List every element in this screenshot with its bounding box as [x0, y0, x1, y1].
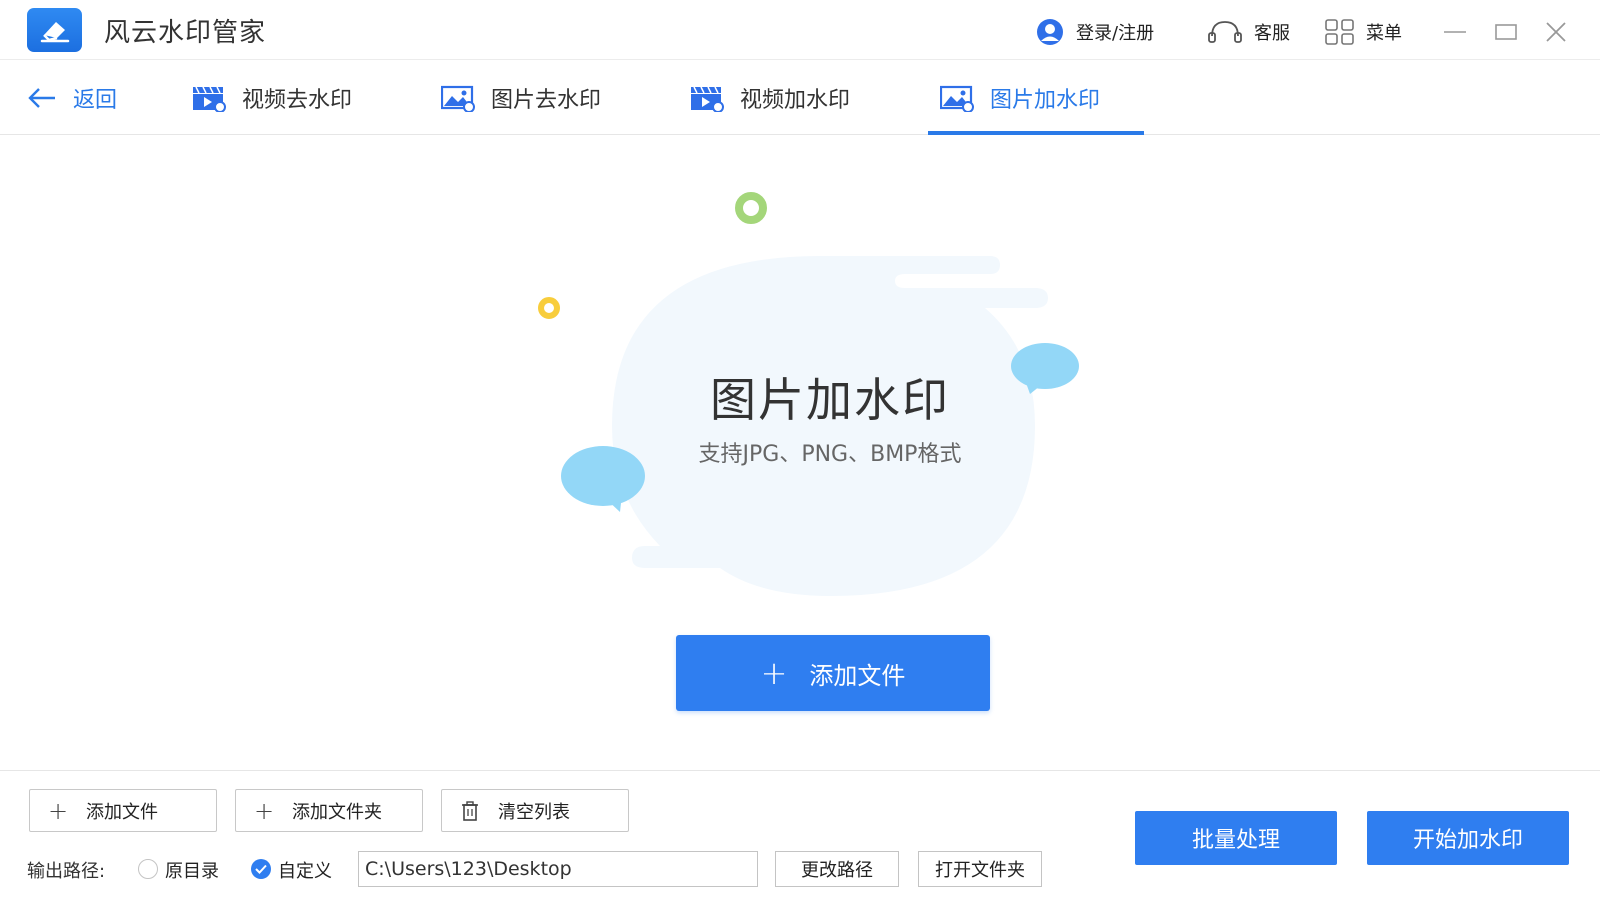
- eraser-icon: [27, 8, 82, 52]
- close-icon: [1546, 22, 1566, 42]
- customer-service-button[interactable]: 客服: [1206, 18, 1290, 46]
- tab-label: 图片去水印: [491, 87, 602, 113]
- add-file-main-label: 添加文件: [809, 661, 906, 690]
- active-tab-indicator: [928, 131, 1144, 135]
- login-button[interactable]: 登录/注册: [1034, 18, 1154, 46]
- tab-label: 图片加水印: [990, 87, 1101, 113]
- customer-service-label: 客服: [1254, 23, 1290, 44]
- tab-video-add-watermark[interactable]: 视频加水印: [690, 60, 850, 135]
- plus-icon: +: [47, 796, 69, 825]
- arrow-left-icon: [28, 87, 55, 108]
- add-folder-label: 添加文件夹: [292, 801, 382, 823]
- back-label: 返回: [73, 87, 118, 113]
- close-button[interactable]: [1542, 18, 1570, 46]
- add-folder-button[interactable]: + 添加文件夹: [235, 789, 423, 832]
- clear-list-button[interactable]: 清空列表: [441, 789, 629, 832]
- tab-image-remove-watermark[interactable]: 图片去水印: [441, 60, 601, 135]
- headset-icon: [1208, 21, 1242, 43]
- maximize-icon: [1495, 24, 1517, 40]
- maximize-button[interactable]: [1492, 18, 1520, 46]
- check-icon: [255, 864, 267, 874]
- menu-label: 菜单: [1366, 23, 1402, 44]
- plus-icon: +: [253, 796, 275, 825]
- back-button[interactable]: 返回: [27, 60, 117, 135]
- supported-formats-text: 支持JPG、PNG、BMP格式: [698, 442, 962, 467]
- minimize-button[interactable]: [1441, 18, 1469, 46]
- user-avatar-icon: [1037, 19, 1063, 45]
- minimize-icon: [1444, 31, 1466, 33]
- radio-custom-directory[interactable]: [251, 859, 271, 879]
- bottom-toolbar: + 添加文件 + 添加文件夹 清空列表 输出路径: 原目录 自定义 更改路径 打…: [0, 770, 1600, 900]
- radio-original-label[interactable]: 原目录: [165, 857, 219, 883]
- app-title: 风云水印管家: [104, 18, 267, 48]
- tab-label: 视频去水印: [242, 87, 353, 113]
- batch-process-button[interactable]: 批量处理: [1135, 811, 1337, 865]
- title-bar: 风云水印管家 登录/注册 客服 菜单: [0, 0, 1600, 60]
- tab-image-add-watermark[interactable]: 图片加水印: [940, 60, 1100, 135]
- image-icon: [441, 85, 475, 112]
- trash-icon: [442, 800, 498, 822]
- change-path-button[interactable]: 更改路径: [775, 851, 899, 887]
- start-watermark-button[interactable]: 开始加水印: [1367, 811, 1569, 865]
- add-file-button[interactable]: + 添加文件: [29, 789, 217, 832]
- tab-video-remove-watermark[interactable]: 视频去水印: [192, 60, 352, 135]
- tab-label: 视频加水印: [740, 87, 851, 113]
- menu-button[interactable]: 菜单: [1324, 18, 1402, 46]
- page-title: 图片加水印: [710, 373, 950, 427]
- output-path-input[interactable]: [358, 851, 758, 887]
- radio-original-directory[interactable]: [138, 859, 158, 879]
- video-clapper-icon: [691, 86, 724, 112]
- login-label: 登录/注册: [1076, 23, 1155, 44]
- open-folder-button[interactable]: 打开文件夹: [918, 851, 1042, 887]
- image-icon: [940, 85, 974, 112]
- clear-list-label: 清空列表: [498, 801, 570, 823]
- radio-custom-label[interactable]: 自定义: [278, 857, 332, 883]
- tab-bar: 返回 视频去水印 图片去水印 视频加水印 图片加水印: [0, 60, 1600, 135]
- add-file-main-button[interactable]: + 添加文件: [676, 635, 990, 711]
- output-path-label: 输出路径:: [27, 861, 106, 882]
- grid-menu-icon: [1325, 19, 1354, 45]
- plus-icon: +: [760, 654, 788, 692]
- add-file-label: 添加文件: [86, 801, 158, 823]
- drop-zone[interactable]: 图片加水印 支持JPG、PNG、BMP格式 + 添加文件: [0, 136, 1600, 770]
- video-clapper-icon: [193, 86, 226, 112]
